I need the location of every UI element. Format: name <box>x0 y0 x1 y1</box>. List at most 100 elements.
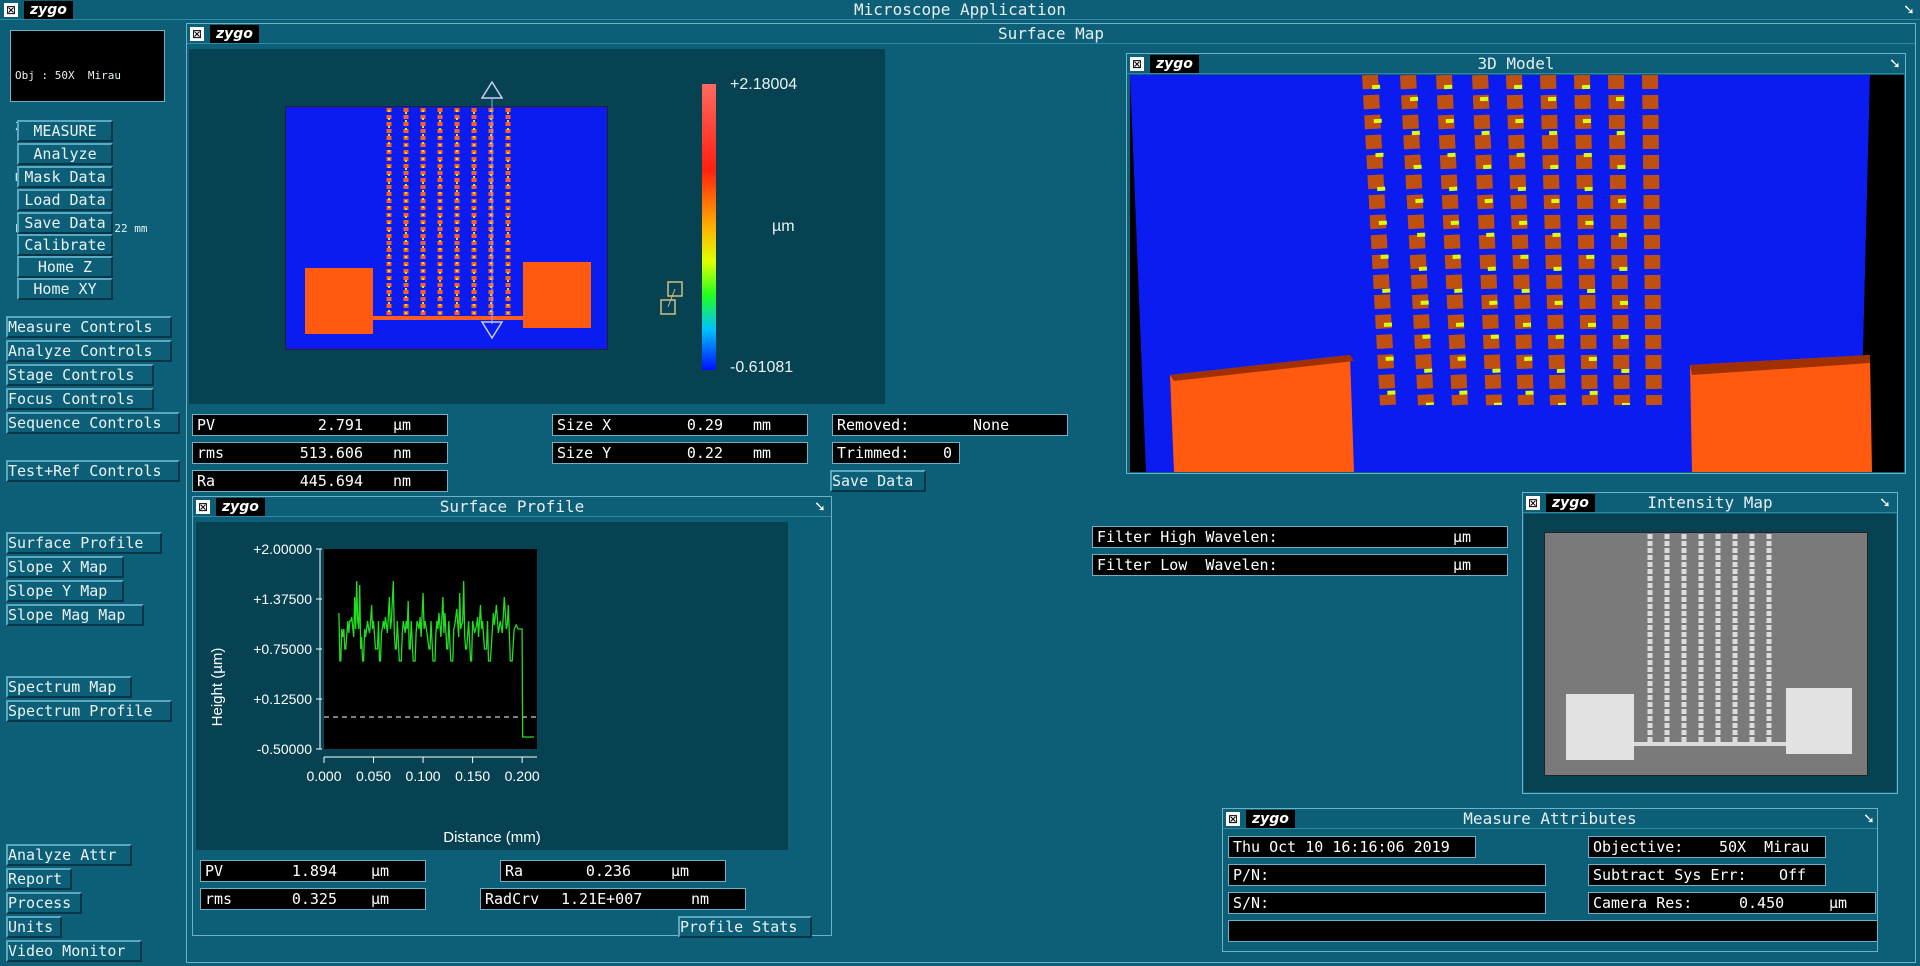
save-data-button[interactable]: Save Data <box>17 212 113 234</box>
trimmed-label: Trimmed: <box>837 444 910 462</box>
filter-high-field[interactable]: Filter High Wavelen: µm <box>1092 526 1508 548</box>
analyze-controls-button[interactable]: Analyze Controls <box>6 340 172 362</box>
size-x-field: Size X 0.29 mm <box>552 414 808 436</box>
ra-label: Ra <box>197 472 216 490</box>
camera-res-value: 0.450 <box>1739 894 1785 912</box>
measure-attributes-titlebar: Measure Attributes <box>1223 809 1877 829</box>
report-button[interactable]: Report <box>6 868 72 890</box>
profile-ra-field: Ra 0.236 µm <box>500 860 726 882</box>
profile-rms-label: rms <box>205 890 233 908</box>
size-x-label: Size X <box>557 416 612 434</box>
home-z-button[interactable]: Home Z <box>17 256 113 278</box>
scale-max-label: +2.18004 <box>730 76 798 93</box>
profile-radcrv-value: 1.21E+007 <box>561 890 643 908</box>
measure-button[interactable]: MEASURE <box>17 120 113 142</box>
zoom-handle-icon[interactable] <box>660 280 686 318</box>
surface-profile-titlebar: Surface Profile <box>193 497 831 517</box>
size-x-unit: mm <box>753 416 772 434</box>
size-x-value: 0.29 <box>686 416 723 434</box>
app-title: Microscope Application <box>854 0 1066 19</box>
subtract-sys-err-field: Subtract Sys Err: Off <box>1588 864 1826 886</box>
analyze-button[interactable]: Analyze <box>17 143 113 165</box>
subtract-sys-err-label: Subtract Sys Err: <box>1593 866 1747 884</box>
sequence-controls-button[interactable]: Sequence Controls <box>6 412 180 434</box>
surface-profile-menu-icon[interactable]: ➘ <box>811 498 829 516</box>
size-y-unit: mm <box>753 444 772 462</box>
rms-label: rms <box>197 444 225 462</box>
intensity-map-logo: zygo <box>1546 494 1595 512</box>
app-titlebar: Microscope Application <box>0 0 1920 20</box>
size-y-label: Size Y <box>557 444 612 462</box>
filter-high-unit: µm <box>1453 528 1472 546</box>
profile-rms-value: 0.325 <box>291 890 337 908</box>
surface-profile-view-button[interactable]: Surface Profile <box>6 532 162 554</box>
trimmed-field: Trimmed: 0 <box>832 442 960 464</box>
spectrum-profile-button[interactable]: Spectrum Profile <box>6 700 172 722</box>
profile-ra-unit: µm <box>671 862 690 880</box>
x-axis-label: Distance (mm) <box>443 829 541 846</box>
x-tick-label: 0.100 <box>406 768 441 784</box>
close-icon[interactable]: ⊠ <box>4 3 18 17</box>
focus-controls-button[interactable]: Focus Controls <box>6 388 154 410</box>
calibrate-button[interactable]: Calibrate <box>17 234 113 256</box>
color-scale-bar <box>702 84 716 370</box>
measure-attributes-logo: zygo <box>1246 810 1295 828</box>
measure-attributes-menu-icon[interactable]: ➘ <box>1860 810 1878 828</box>
profile-rms-field: rms 0.325 µm <box>200 888 426 910</box>
objective-value: 50X Mirau <box>1719 838 1810 856</box>
removed-field: Removed: None <box>832 414 1068 436</box>
slope-mag-map-button[interactable]: Slope Mag Map <box>6 604 144 626</box>
model-3d-title: 3D Model <box>1477 54 1555 73</box>
profile-line-marker[interactable] <box>480 80 504 342</box>
process-button[interactable]: Process <box>6 892 82 914</box>
surface-profile-close-icon[interactable]: ⊠ <box>196 500 210 514</box>
window-menu-icon[interactable]: ➘ <box>1900 1 1918 19</box>
x-axis: 0.000 0.050 0.100 0.150 0.200 <box>306 756 540 784</box>
subtract-sys-err-value: Off <box>1779 866 1807 884</box>
surface-map-close-icon[interactable]: ⊠ <box>190 27 204 41</box>
analyze-attr-button[interactable]: Analyze Attr <box>6 844 132 866</box>
model-3d-close-icon[interactable]: ⊠ <box>1130 57 1144 71</box>
x-tick-label: 0.150 <box>455 768 490 784</box>
stage-controls-button[interactable]: Stage Controls <box>6 364 154 386</box>
intensity-map-close-icon[interactable]: ⊠ <box>1526 496 1540 510</box>
zygo-logo: zygo <box>24 1 73 19</box>
part-number-field[interactable]: P/N: <box>1228 864 1546 886</box>
model-3d-logo: zygo <box>1150 55 1199 73</box>
measure-controls-button[interactable]: Measure Controls <box>6 316 172 338</box>
profile-stats-button[interactable]: Profile Stats <box>678 916 812 938</box>
model-3d-titlebar: 3D Model <box>1127 54 1905 74</box>
profile-rms-unit: µm <box>371 890 390 908</box>
video-monitor-button[interactable]: Video Monitor <box>6 940 142 962</box>
y-tick-label: +1.37500 <box>253 591 312 607</box>
slope-y-map-button[interactable]: Slope Y Map <box>6 580 124 602</box>
scale-unit-label: µm <box>772 218 795 235</box>
filter-low-field[interactable]: Filter Low Wavelen: µm <box>1092 554 1508 576</box>
ra-unit: nm <box>393 472 412 490</box>
units-button[interactable]: Units <box>6 916 62 938</box>
measure-attributes-close-icon[interactable]: ⊠ <box>1226 812 1240 826</box>
model-3d-view <box>1130 75 1904 472</box>
objective-text: Obj : 50X Mirau <box>15 69 121 82</box>
measure-notes-field[interactable] <box>1228 920 1878 942</box>
surface-save-data-button[interactable]: Save Data <box>830 470 926 492</box>
size-y-field: Size Y 0.22 mm <box>552 442 808 464</box>
surface-map-titlebar: Surface Map <box>187 24 1915 44</box>
test-ref-controls-button[interactable]: Test+Ref Controls <box>6 460 180 482</box>
x-tick-label: 0.000 <box>306 768 341 784</box>
pv-value: 2.791 <box>317 416 363 434</box>
spectrum-map-button[interactable]: Spectrum Map <box>6 676 132 698</box>
profile-pv-value: 1.894 <box>291 862 337 880</box>
model-3d-menu-icon[interactable]: ➘ <box>1886 55 1904 73</box>
filter-high-label: Filter High Wavelen: <box>1097 528 1278 546</box>
ra-field: Ra 445.694 nm <box>192 470 448 492</box>
part-number-label: P/N: <box>1233 866 1270 884</box>
home-xy-button[interactable]: Home XY <box>17 278 113 300</box>
trimmed-value: 0 <box>943 444 953 462</box>
load-data-button[interactable]: Load Data <box>17 189 113 211</box>
intensity-map-image <box>1544 532 1868 776</box>
serial-number-field[interactable]: S/N: <box>1228 892 1546 914</box>
slope-x-map-button[interactable]: Slope X Map <box>6 556 124 578</box>
mask-data-button[interactable]: Mask Data <box>17 166 113 188</box>
intensity-map-menu-icon[interactable]: ➘ <box>1876 494 1894 512</box>
